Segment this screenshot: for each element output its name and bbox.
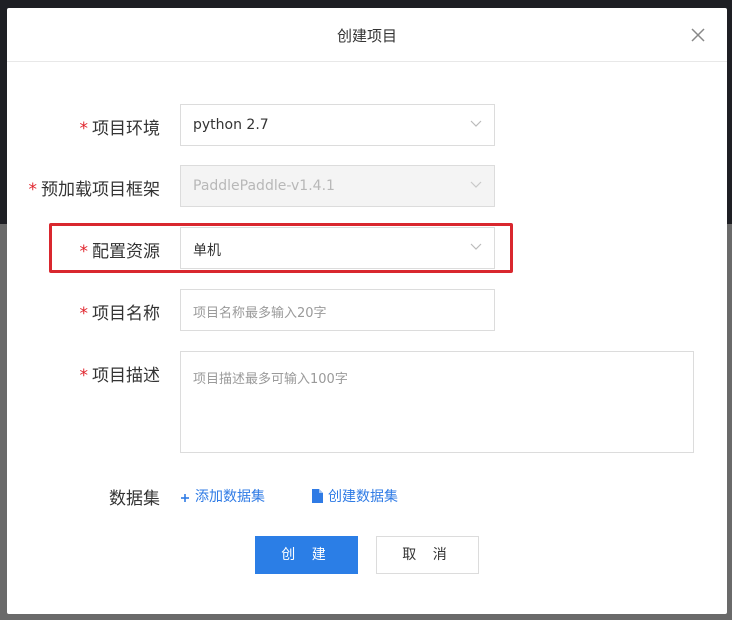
resource-label: * 配置资源 bbox=[79, 242, 161, 262]
project-description-textarea[interactable]: 项目描述最多可输入100字 bbox=[180, 351, 694, 453]
close-icon bbox=[691, 28, 705, 42]
name-label: * 项目名称 bbox=[79, 304, 161, 324]
chevron-down-icon bbox=[470, 181, 482, 188]
required-mark: * bbox=[79, 304, 89, 324]
close-button[interactable] bbox=[687, 24, 709, 46]
project-name-input[interactable]: 项目名称最多输入20字 bbox=[180, 289, 495, 331]
required-mark: * bbox=[28, 180, 38, 200]
framework-value: PaddlePaddle-v1.4.1 bbox=[193, 178, 335, 194]
file-icon bbox=[312, 489, 323, 503]
environment-label: * 项目环境 bbox=[79, 119, 161, 139]
chevron-down-icon bbox=[470, 243, 482, 250]
create-button[interactable]: 创 建 bbox=[255, 536, 358, 574]
chevron-down-icon bbox=[470, 120, 482, 127]
dialog-header: 创建项目 bbox=[7, 8, 727, 62]
required-mark: * bbox=[79, 366, 89, 386]
required-mark: * bbox=[79, 119, 89, 139]
add-dataset-link[interactable]: 添加数据集 bbox=[180, 486, 265, 506]
cancel-button[interactable]: 取 消 bbox=[376, 536, 479, 574]
resource-select[interactable]: 单机 bbox=[180, 227, 495, 269]
create-dataset-link[interactable]: 创建数据集 bbox=[312, 486, 398, 506]
resource-value: 单机 bbox=[193, 243, 221, 259]
required-mark: * bbox=[79, 242, 89, 262]
create-project-dialog: 创建项目 * 项目环境 python 2.7 * 预加载项目框架 PaddlePad… bbox=[7, 8, 727, 614]
framework-label: * 预加载项目框架 bbox=[28, 180, 161, 200]
project-description-placeholder: 项目描述最多可输入100字 bbox=[193, 372, 348, 387]
project-name-placeholder: 项目名称最多输入20字 bbox=[193, 306, 327, 321]
dialog-title: 创建项目 bbox=[336, 27, 397, 45]
dataset-label: 数据集 bbox=[109, 489, 160, 509]
environment-value: python 2.7 bbox=[193, 117, 269, 133]
environment-select[interactable]: python 2.7 bbox=[180, 104, 495, 146]
description-label: * 项目描述 bbox=[79, 366, 161, 386]
plus-icon bbox=[181, 494, 189, 502]
framework-select: PaddlePaddle-v1.4.1 bbox=[180, 165, 495, 207]
